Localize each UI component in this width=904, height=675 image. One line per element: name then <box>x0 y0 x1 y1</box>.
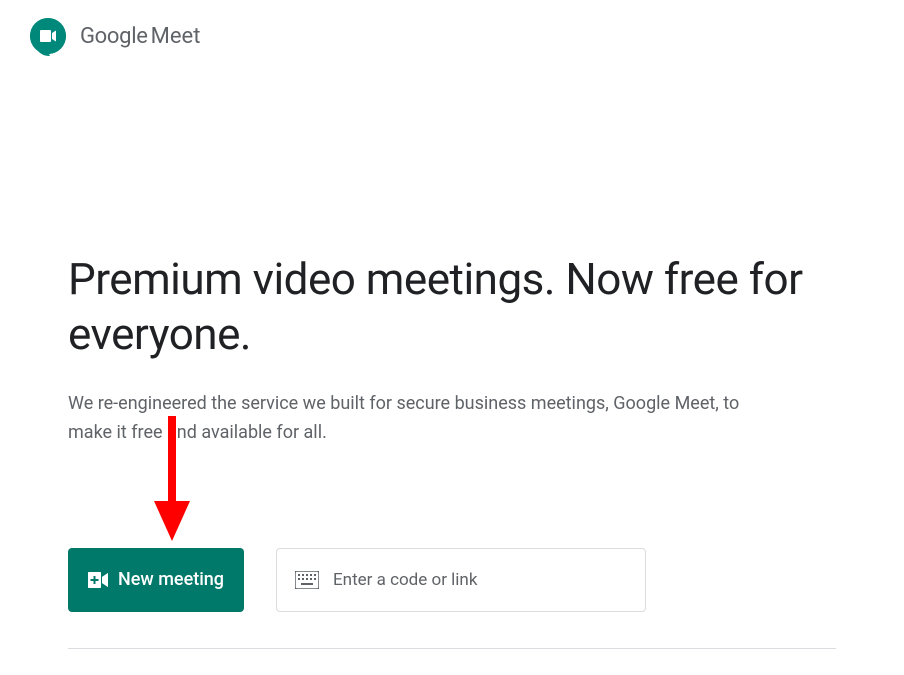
new-meeting-button[interactable]: New meeting <box>68 548 244 612</box>
page-headline: Premium video meetings. Now free for eve… <box>68 252 836 362</box>
page-subtext: We re-engineered the service we built fo… <box>68 390 768 448</box>
app-header: Google Meet <box>0 0 904 72</box>
code-input[interactable] <box>333 570 627 590</box>
video-plus-icon <box>88 572 108 588</box>
keyboard-icon <box>295 571 319 589</box>
meet-logo-icon <box>28 16 68 56</box>
actions-row: New meeting <box>68 548 836 612</box>
new-meeting-label: New meeting <box>118 569 224 590</box>
main-content: Premium video meetings. Now free for eve… <box>0 252 904 612</box>
app-title: Google Meet <box>80 24 200 49</box>
logo-google-text: Google <box>80 24 148 49</box>
code-input-container[interactable] <box>276 548 646 612</box>
section-divider <box>68 648 836 649</box>
logo-meet-text: Meet <box>151 24 201 49</box>
